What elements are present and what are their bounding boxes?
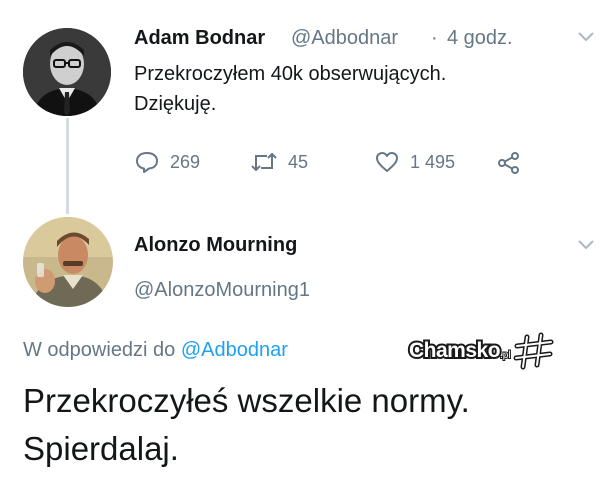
retweet-button[interactable]: 45	[250, 150, 308, 174]
tweet1-text: Przekroczyłem 40k obserwujących. Dziękuj…	[134, 59, 446, 119]
watermark-tld: .pl	[499, 349, 511, 362]
tweet1-author-handle[interactable]: @Adbodnar	[291, 27, 398, 50]
tweet2-text: Przekroczyłeś wszelkie normy. Spierdalaj…	[23, 377, 470, 473]
reply-target-link[interactable]: @Adbodnar	[181, 339, 288, 361]
avatar-alonzo-mourning[interactable]	[23, 217, 113, 307]
tweet1-time[interactable]: 4 godz.	[447, 27, 513, 50]
tweet1-text-line2: Dziękuję.	[134, 93, 217, 115]
like-count: 1 495	[410, 151, 456, 172]
chamsko-watermark: Chamsko .pl	[407, 331, 555, 371]
reply-count: 269	[170, 151, 201, 172]
tweet2-text-line2: Spierdalaj.	[23, 430, 179, 467]
reply-icon	[136, 152, 158, 173]
tweet2-author-handle[interactable]: @AlonzoMourning1	[134, 279, 310, 302]
reply-context: W odpowiedzi do @Adbodnar	[23, 339, 288, 362]
retweet-count: 45	[288, 151, 309, 172]
tweet2-author-name[interactable]: Alonzo Mourning	[134, 234, 297, 257]
tweet1-text-line1: Przekroczyłem 40k obserwujących.	[134, 63, 447, 85]
avatar-adam-bodnar[interactable]	[23, 28, 111, 116]
watermark-brand: Chamsko	[407, 337, 503, 364]
share-icon[interactable]	[496, 151, 522, 180]
heart-icon	[376, 152, 398, 172]
thread-connector-line	[66, 118, 69, 214]
like-button[interactable]: 1 495	[374, 150, 455, 174]
tweet2-text-line1: Przekroczyłeś wszelkie normy.	[23, 382, 470, 419]
tweet2-menu-chevron-icon[interactable]	[577, 238, 595, 256]
watermark-hash-logo-icon	[513, 332, 554, 370]
retweet-icon	[251, 152, 277, 172]
tweet1-separator: ·	[431, 27, 438, 49]
tweet1-menu-chevron-icon[interactable]	[577, 30, 595, 48]
reply-button[interactable]: 269	[134, 150, 200, 174]
reply-context-prefix: W odpowiedzi do	[23, 339, 176, 361]
tweet1-author-name[interactable]: Adam Bodnar	[134, 27, 265, 50]
